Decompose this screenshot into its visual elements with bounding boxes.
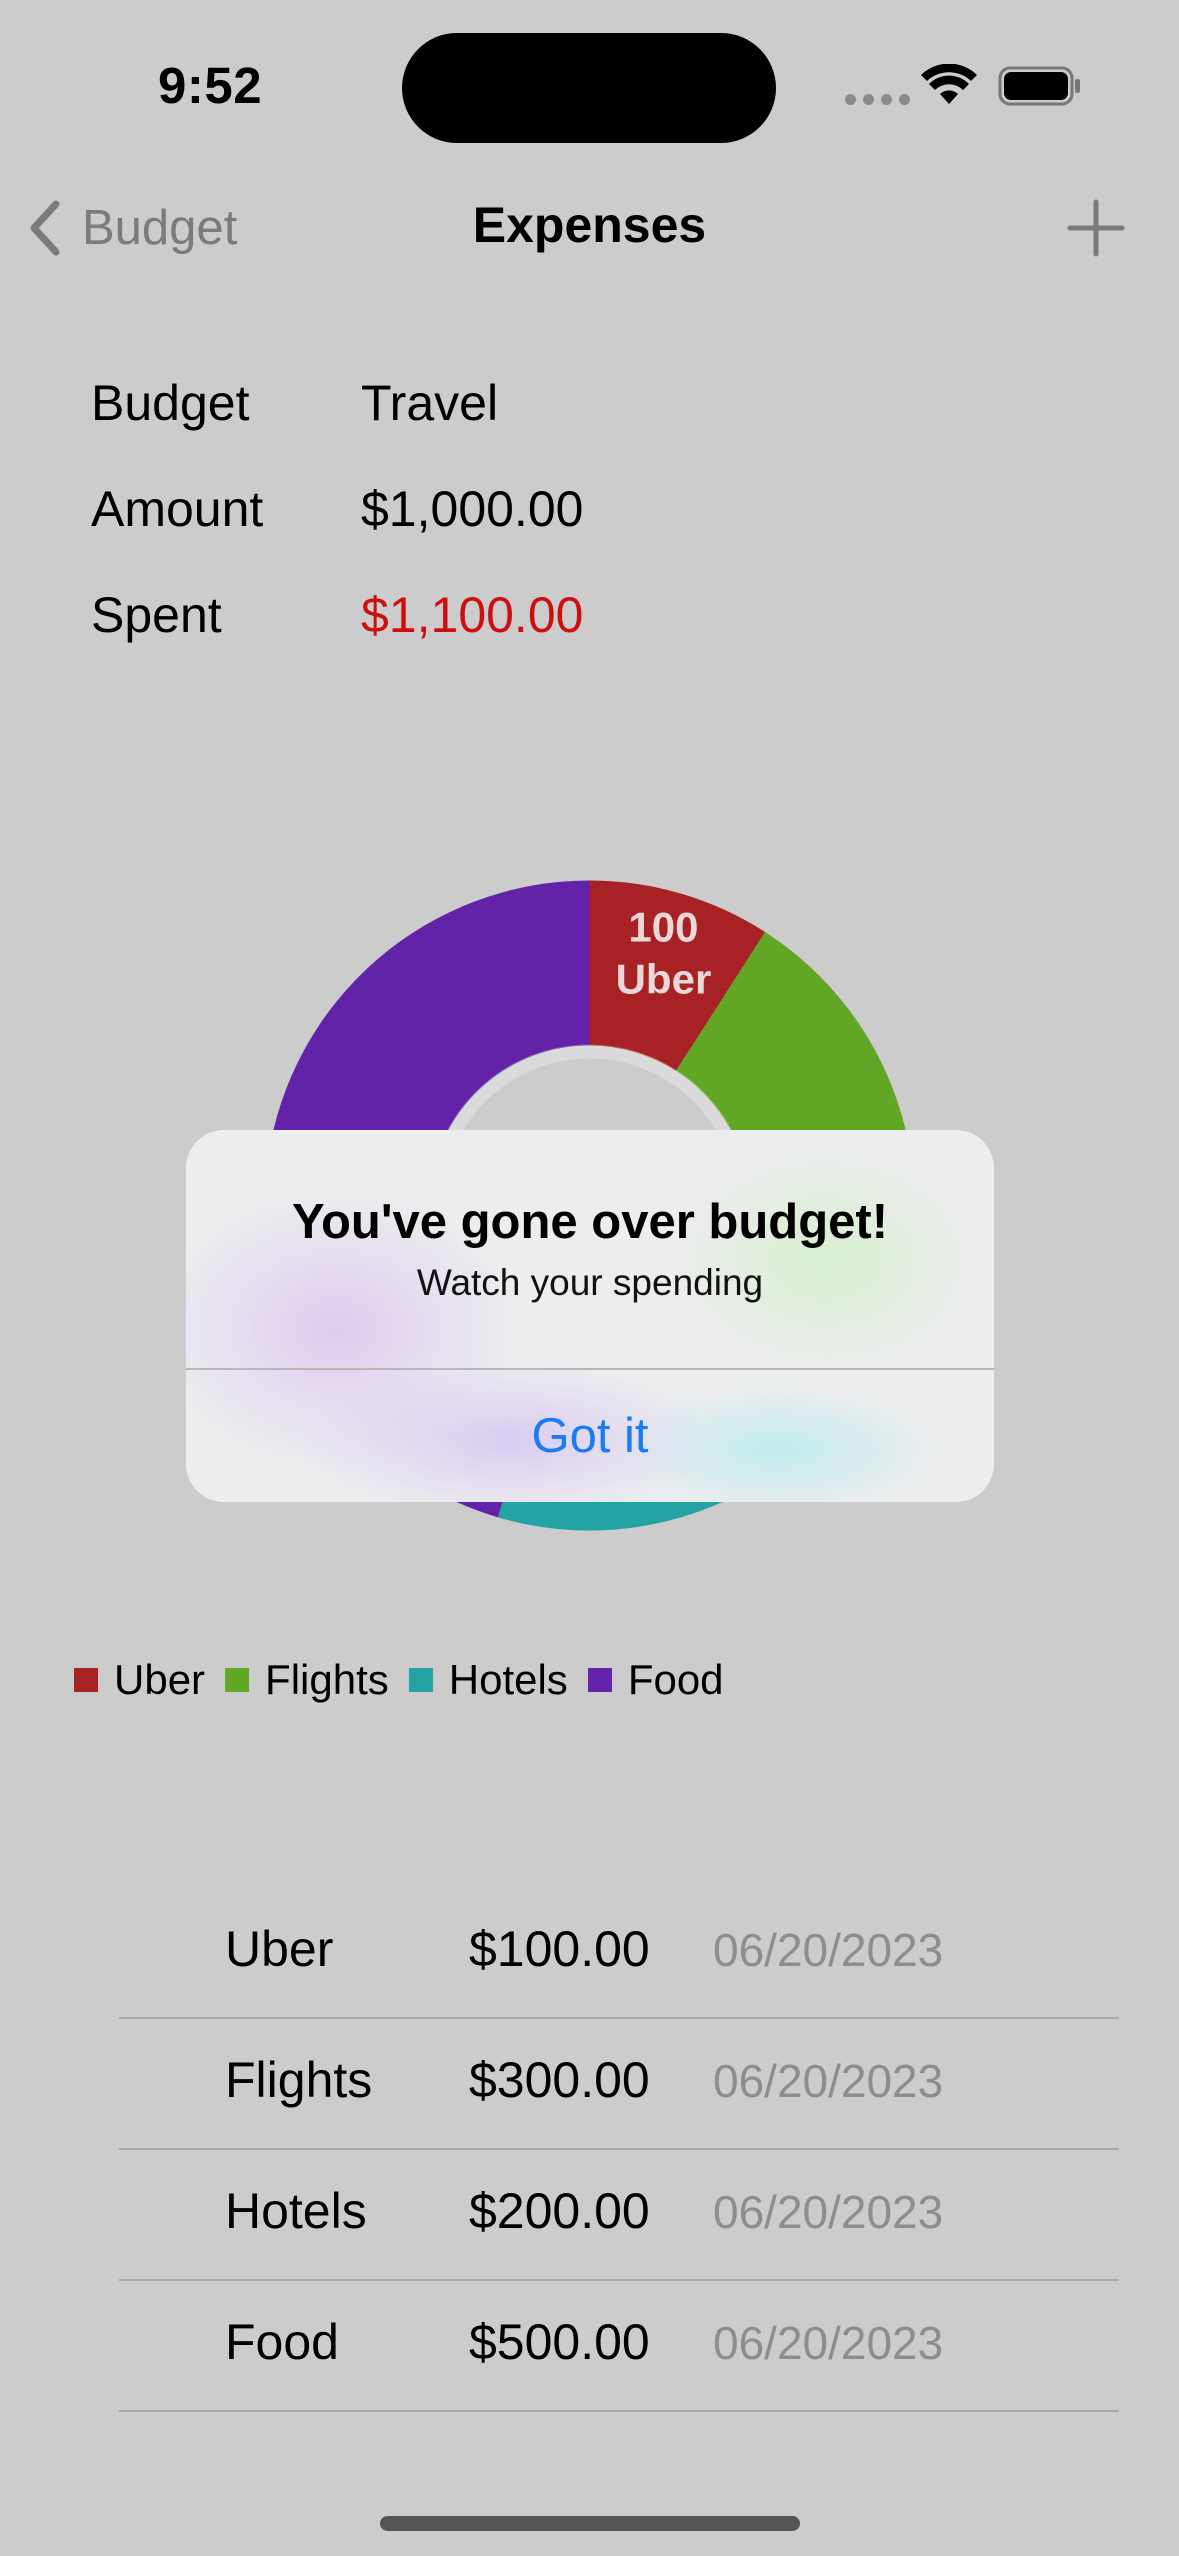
budget-label: Budget [91,375,250,431]
expense-row-flights[interactable]: Flights $300.00 06/20/2023 [119,2019,1119,2150]
expense-row-food[interactable]: Food $500.00 06/20/2023 [119,2281,1119,2412]
expense-row-uber[interactable]: Uber $100.00 06/20/2023 [119,1888,1119,2019]
legend-item-hotels: Hotels [408,1656,568,1704]
expense-amount: $300.00 [469,2052,650,2108]
battery-icon [998,66,1080,106]
wifi-icon [921,64,977,104]
legend-swatch [74,1668,98,1692]
summary-row-budget: Budget Travel [91,350,583,456]
plus-icon[interactable] [1066,198,1126,258]
expense-name: Flights [225,2052,373,2108]
legend-label: Food [627,1656,724,1703]
alert-title: You've gone over budget! [291,1195,889,1249]
expense-date: 06/20/2023 [713,2317,944,2369]
legend-item-flights: Flights [225,1656,389,1704]
status-time: 9:52 [158,57,263,114]
legend-label: Hotels [448,1656,568,1703]
legend-item-uber: Uber [74,1656,205,1704]
expense-list: Uber $100.00 06/20/2023 Flights $300.00 … [119,1888,1119,2412]
legend-swatch [587,1668,612,1692]
dynamic-island [402,33,776,143]
page-title: Expenses [472,197,707,253]
row-divider [119,2410,1119,2412]
expense-date: 06/20/2023 [713,2186,944,2238]
expense-name: Food [225,2314,339,2370]
chart-legend: Uber Flights Hotels Food [74,1656,744,1704]
legend-swatch [408,1668,433,1692]
legend-label: Uber [114,1656,206,1703]
summary-row-amount: Amount $1,000.00 [91,456,583,562]
got-it-button[interactable]: Got it [186,1370,994,1502]
budget-summary: Budget Travel Amount $1,000.00 Spent $1,… [91,350,583,668]
expenses-screen: 9:52 Budget Expenses Budget Travel Amoun… [0,0,1179,2556]
expense-amount: $100.00 [469,1921,650,1977]
legend-item-food: Food [587,1656,724,1704]
expense-name: Hotels [225,2183,367,2239]
amount-label: Amount [91,481,264,537]
spent-value: $1,100.00 [361,587,584,643]
budget-value: Travel [361,375,499,431]
expense-date: 06/20/2023 [713,1924,944,1976]
legend-swatch [225,1668,250,1692]
expense-amount: $200.00 [469,2183,650,2239]
expense-row-hotels[interactable]: Hotels $200.00 06/20/2023 [119,2150,1119,2281]
cellular-signal-icon [845,94,910,105]
expense-amount: $500.00 [469,2314,650,2370]
over-budget-alert: You've gone over budget! Watch your spen… [186,1130,994,1502]
spent-label: Spent [91,587,222,643]
expense-name: Uber [225,1921,334,1977]
home-indicator[interactable] [380,2516,800,2531]
alert-message: Watch your spending [416,1262,764,1303]
legend-label: Flights [265,1656,389,1703]
amount-value: $1,000.00 [361,481,584,537]
slice-category-label: Uber [616,956,712,1003]
slice-value-label: 100 [628,904,698,951]
summary-row-spent: Spent $1,100.00 [91,562,583,668]
expense-date: 06/20/2023 [713,2055,944,2107]
